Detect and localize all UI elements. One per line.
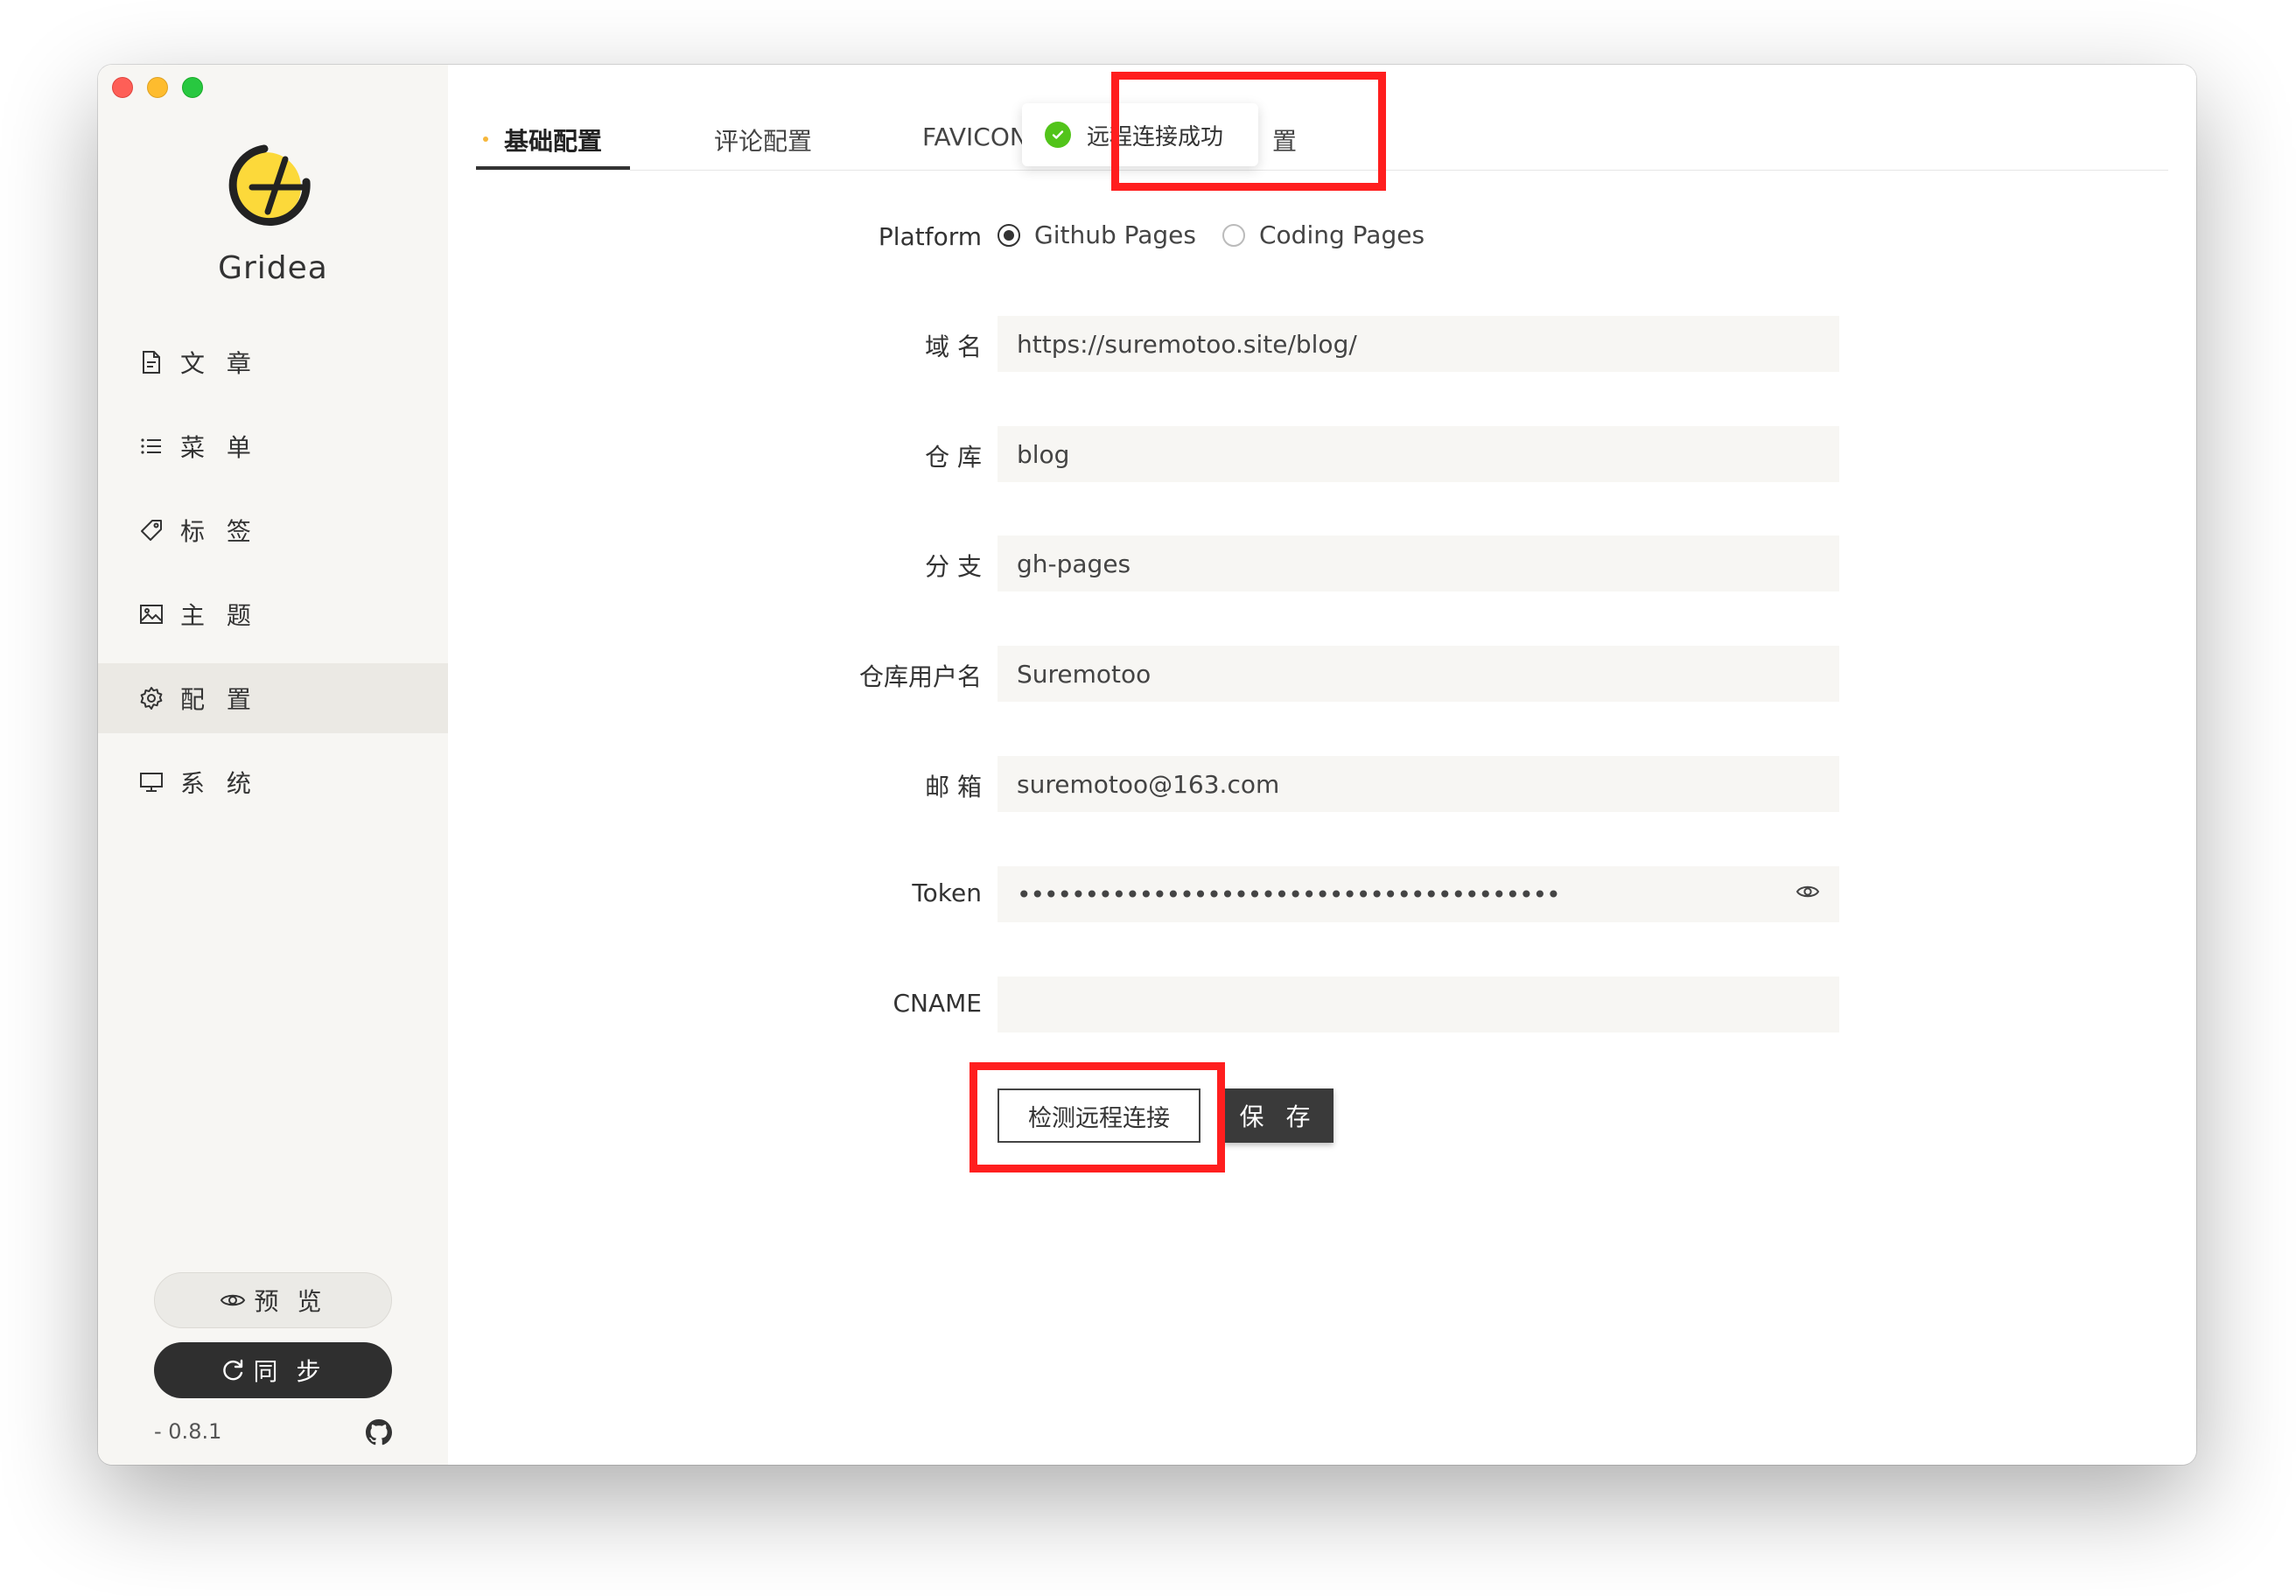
sidebar-item-system[interactable]: 系 统 xyxy=(98,747,448,817)
sidebar-item-settings[interactable]: 配 置 xyxy=(98,663,448,733)
platform-row: Platform Github Pages Coding Pages xyxy=(448,210,1848,266)
monitor-icon xyxy=(138,769,164,795)
sidebar-item-label: 文 章 xyxy=(180,349,258,378)
gear-icon xyxy=(138,685,164,711)
menu-list-icon xyxy=(138,433,164,459)
sidebar-item-menus[interactable]: 菜 单 xyxy=(98,411,448,481)
repo-label: 仓 库 xyxy=(925,443,982,472)
sidebar-item-label: 主 题 xyxy=(180,601,258,630)
cname-label: CNAME xyxy=(892,989,983,1018)
sidebar-item-articles[interactable]: 文 章 xyxy=(98,327,448,397)
sync-button[interactable]: 同 步 xyxy=(154,1342,392,1398)
sync-icon xyxy=(222,1359,242,1381)
token-label: Token xyxy=(912,878,982,907)
username-label: 仓库用户名 xyxy=(858,662,982,691)
username-input[interactable]: Suremotoo xyxy=(998,646,1839,702)
domain-input[interactable]: https://suremotoo.site/blog/ xyxy=(998,316,1839,372)
check-button-highlight-box xyxy=(970,1062,1225,1172)
sidebar-item-themes[interactable]: 主 题 xyxy=(98,579,448,649)
branch-input[interactable]: gh-pages xyxy=(998,536,1839,592)
sidebar-item-label: 标 签 xyxy=(180,517,258,546)
active-tab-dot xyxy=(483,136,488,142)
save-button[interactable]: 保 存 xyxy=(1223,1088,1334,1143)
sync-label: 同 步 xyxy=(253,1357,326,1386)
show-password-eye-icon[interactable] xyxy=(1796,882,1820,901)
cname-input[interactable] xyxy=(998,976,1839,1032)
username-row: 仓库用户名 Suremotoo xyxy=(448,646,1848,702)
domain-label: 域 名 xyxy=(925,332,982,361)
tag-icon xyxy=(138,517,164,543)
repo-row: 仓 库 blog xyxy=(448,426,1848,482)
token-row: Token ••••••••••••••••••••••••••••••••••… xyxy=(448,866,1848,922)
app-version: - 0.8.1 xyxy=(154,1419,222,1444)
sidebar-nav: 文 章 菜 单 标 签 主 题 配 置 系 统 xyxy=(98,327,448,831)
active-tab-underline xyxy=(476,166,630,170)
app-window: Gridea 文 章 菜 单 标 签 主 题 配 置 系 统 预 览 同 步 -… xyxy=(98,65,2196,1465)
sidebar-item-label: 系 统 xyxy=(180,769,258,798)
platform-label: Platform xyxy=(878,222,982,251)
main-panel: 基础配置 评论配置 FAVICON 置 远程连接成功 Platform Gith… xyxy=(448,65,2196,1465)
tab-basic-settings[interactable]: 基础配置 xyxy=(504,122,602,158)
window-controls xyxy=(112,77,203,98)
minimize-window-button[interactable] xyxy=(147,77,168,98)
radio-label-coding-pages[interactable]: Coding Pages xyxy=(1259,220,1424,249)
domain-row: 域 名 https://suremotoo.site/blog/ xyxy=(448,316,1848,372)
preview-label: 预 览 xyxy=(254,1287,327,1316)
tab-favicon[interactable]: FAVICON xyxy=(922,122,1028,151)
radio-label-github-pages[interactable]: Github Pages xyxy=(1034,220,1196,249)
branch-label: 分 支 xyxy=(925,552,982,581)
image-icon xyxy=(138,601,164,627)
branch-row: 分 支 gh-pages xyxy=(448,536,1848,592)
radio-coding-pages[interactable] xyxy=(1222,223,1245,247)
cname-row: CNAME xyxy=(448,976,1848,1032)
radio-github-pages[interactable] xyxy=(998,223,1020,247)
sidebar-item-tags[interactable]: 标 签 xyxy=(98,495,448,565)
eye-icon xyxy=(220,1294,245,1306)
platform-radio-group: Github Pages Coding Pages xyxy=(998,220,1451,249)
sidebar: Gridea 文 章 菜 单 标 签 主 题 配 置 系 统 预 览 同 步 -… xyxy=(98,65,448,1465)
email-input[interactable]: suremotoo@163.com xyxy=(998,756,1839,812)
email-row: 邮 箱 suremotoo@163.com xyxy=(448,756,1848,812)
app-name: Gridea xyxy=(218,250,328,286)
tab-comment-settings[interactable]: 评论配置 xyxy=(714,122,812,158)
toast-highlight-box xyxy=(1111,72,1386,191)
article-icon xyxy=(138,349,164,375)
gridea-logo-icon xyxy=(228,144,311,227)
repo-input[interactable]: blog xyxy=(998,426,1839,482)
close-window-button[interactable] xyxy=(112,77,133,98)
check-circle-icon xyxy=(1045,122,1071,148)
maximize-window-button[interactable] xyxy=(182,77,203,98)
token-value: •••••••••••••••••••••••••••••••••••••••• xyxy=(1017,879,1561,909)
sidebar-item-label: 菜 单 xyxy=(180,433,258,462)
token-input[interactable]: •••••••••••••••••••••••••••••••••••••••• xyxy=(998,866,1839,922)
github-icon[interactable] xyxy=(366,1419,392,1446)
email-label: 邮 箱 xyxy=(925,773,982,802)
preview-button[interactable]: 预 览 xyxy=(154,1272,392,1328)
sidebar-item-label: 配 置 xyxy=(180,685,258,714)
